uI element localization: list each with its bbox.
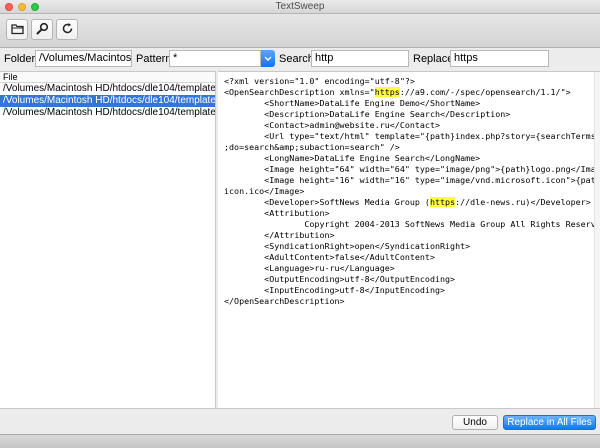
file-row[interactable]: /Volumes/Macintosh HD/htdocs/dle104/temp… xyxy=(0,95,215,107)
refresh-button[interactable] xyxy=(56,19,78,40)
preview-line: <Developer>SoftNews Media Group (https:/… xyxy=(224,197,591,207)
preview-line: <Language>ru-ru</Language> xyxy=(224,263,395,273)
folder-icon xyxy=(10,22,24,38)
match-highlight: https xyxy=(429,197,456,207)
preview-scrollbar[interactable] xyxy=(594,72,600,408)
folder-field[interactable]: /Volumes/Macintosh H xyxy=(35,50,132,67)
preview-line: icon.ico</Image> xyxy=(224,186,305,196)
file-preview: <?xml version="1.0" encoding="utf-8"?> <O… xyxy=(218,71,600,408)
replace-field[interactable]: https xyxy=(450,50,549,67)
preview-line: <OutputEncoding>utf-8</OutputEncoding> xyxy=(224,274,456,284)
preview-line: </OpenSearchDescription> xyxy=(224,296,345,306)
title-bar: TextSweep xyxy=(0,0,600,14)
preview-line: <SyndicationRight>open</SyndicationRight… xyxy=(224,241,471,251)
preview-line: <Contact>admin@website.ru</Contact> xyxy=(224,120,441,130)
preview-line: <ShortName>DataLife Engine Demo</ShortNa… xyxy=(224,98,481,108)
chevron-down-icon xyxy=(264,53,272,65)
preview-line: </Attribution> xyxy=(224,230,335,240)
preview-line: <?xml version="1.0" encoding="utf-8"?> xyxy=(224,76,415,86)
preview-line: <Image height="64" width="64" type="imag… xyxy=(224,164,600,174)
action-bar: Undo Replace in All Files xyxy=(0,408,600,434)
refresh-icon xyxy=(61,22,74,38)
preview-line: <AdultContent>false</AdultContent> xyxy=(224,252,435,262)
preview-line: Copyright 2004-2013 SoftNews Media Group… xyxy=(224,219,600,229)
search-icon xyxy=(36,22,49,38)
file-list-header[interactable]: File xyxy=(0,72,215,83)
preview-line: ;do=search&amp;subaction=search" /> xyxy=(224,142,400,152)
folder-label: Folder: xyxy=(4,53,39,65)
undo-button[interactable]: Undo xyxy=(452,415,498,430)
search-bar: Folder: /Volumes/Macintosh H Pattern: * … xyxy=(0,49,600,69)
preview-line: <Description>DataLife Engine Search</Des… xyxy=(224,109,511,119)
status-bar xyxy=(0,434,600,448)
pattern-select[interactable]: * xyxy=(169,50,261,67)
file-row[interactable]: /Volumes/Macintosh HD/htdocs/dle104/temp… xyxy=(0,83,215,95)
search-field[interactable]: http xyxy=(311,50,409,67)
preview-line: <LongName>DataLife Engine Search</LongNa… xyxy=(224,153,481,163)
open-folder-button[interactable] xyxy=(6,19,28,40)
preview-line: <Attribution> xyxy=(224,208,330,218)
preview-line: <OpenSearchDescription xmlns="https://a9… xyxy=(224,87,571,97)
pattern-dropdown-button[interactable] xyxy=(261,50,275,67)
toolbar xyxy=(0,14,600,48)
preview-line: <InputEncoding>utf-8</InputEncoding> xyxy=(224,285,446,295)
window-title: TextSweep xyxy=(275,1,325,12)
file-row[interactable]: /Volumes/Macintosh HD/htdocs/dle104/temp… xyxy=(0,107,215,119)
match-highlight: https xyxy=(374,87,400,97)
search-button[interactable] xyxy=(31,19,53,40)
preview-line: <Image height="16" width="16" type="imag… xyxy=(224,175,600,185)
replace-all-button[interactable]: Replace in All Files xyxy=(503,415,596,430)
preview-line: <Url type="text/html" template="{path}in… xyxy=(224,131,600,141)
file-preview-text[interactable]: <?xml version="1.0" encoding="utf-8"?> <O… xyxy=(224,76,600,307)
file-list: File /Volumes/Macintosh HD/htdocs/dle104… xyxy=(0,71,216,408)
